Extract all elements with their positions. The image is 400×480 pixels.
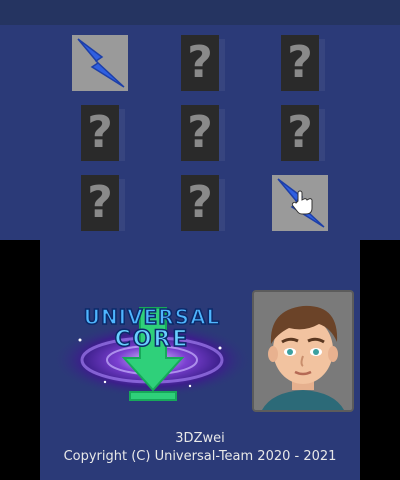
card-hidden[interactable]: ? <box>81 105 125 161</box>
logo-text-line2: CORE <box>115 327 190 352</box>
card-revealed-lightning-selected[interactable] <box>272 175 328 231</box>
logo-text-line1: UNIVERSAL <box>84 305 221 329</box>
galaxy-download-arrow-icon: UNIVERSAL CORE <box>52 304 252 401</box>
card-hidden[interactable]: ? <box>281 35 325 91</box>
question-mark: ? <box>87 177 113 228</box>
question-mark: ? <box>187 107 213 158</box>
universal-core-logo: UNIVERSAL CORE <box>50 300 255 410</box>
top-bar <box>0 0 400 25</box>
question-mark: ? <box>87 107 113 158</box>
card-revealed-lightning[interactable] <box>72 35 128 91</box>
card-hidden[interactable]: ? <box>81 175 125 231</box>
card-hidden[interactable]: ? <box>181 175 225 231</box>
copyright-text: Copyright (C) Universal-Team 2020 - 2021 <box>63 449 337 464</box>
credits: 3DZwei Copyright (C) Universal-Team 2020… <box>40 430 360 466</box>
question-mark: ? <box>187 37 213 88</box>
question-mark: ? <box>287 107 313 158</box>
card-hidden[interactable]: ? <box>181 35 225 91</box>
lightning-bolt-icon <box>77 38 125 88</box>
developer-avatar-icon <box>254 292 352 410</box>
top-screen: ? ? ? ? ? ? ? <box>0 0 400 240</box>
lightning-bolt-icon <box>277 178 325 228</box>
card-hidden[interactable]: ? <box>281 105 325 161</box>
card-hidden[interactable]: ? <box>181 105 225 161</box>
developer-avatar <box>252 290 354 412</box>
question-mark: ? <box>187 177 213 228</box>
author-text: 3DZwei <box>175 431 225 446</box>
question-mark: ? <box>287 37 313 88</box>
